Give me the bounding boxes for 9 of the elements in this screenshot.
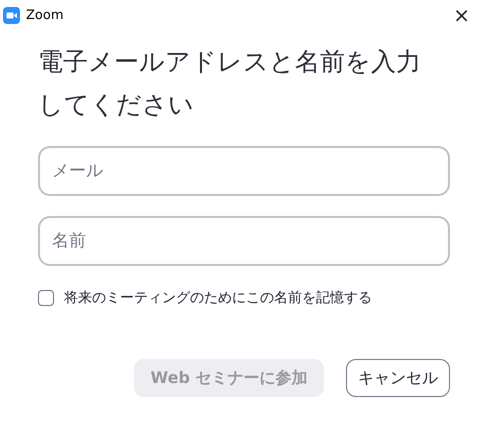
text-field[interactable]: 名前 xyxy=(38,216,450,266)
window-title: Zoom xyxy=(26,8,64,22)
text-field[interactable]: メール xyxy=(38,146,450,196)
cancel-button[interactable]: キャンセル xyxy=(346,359,450,397)
zoom-logo-icon xyxy=(3,6,20,24)
dialog-heading: 電子メールアドレスと名前を入力してください xyxy=(38,46,422,121)
remember-checkbox[interactable] xyxy=(38,290,54,306)
checkbox-label: 将来のミーティングのためにこの名前を記憶する xyxy=(64,289,372,307)
close-button[interactable]: × xyxy=(449,5,474,25)
